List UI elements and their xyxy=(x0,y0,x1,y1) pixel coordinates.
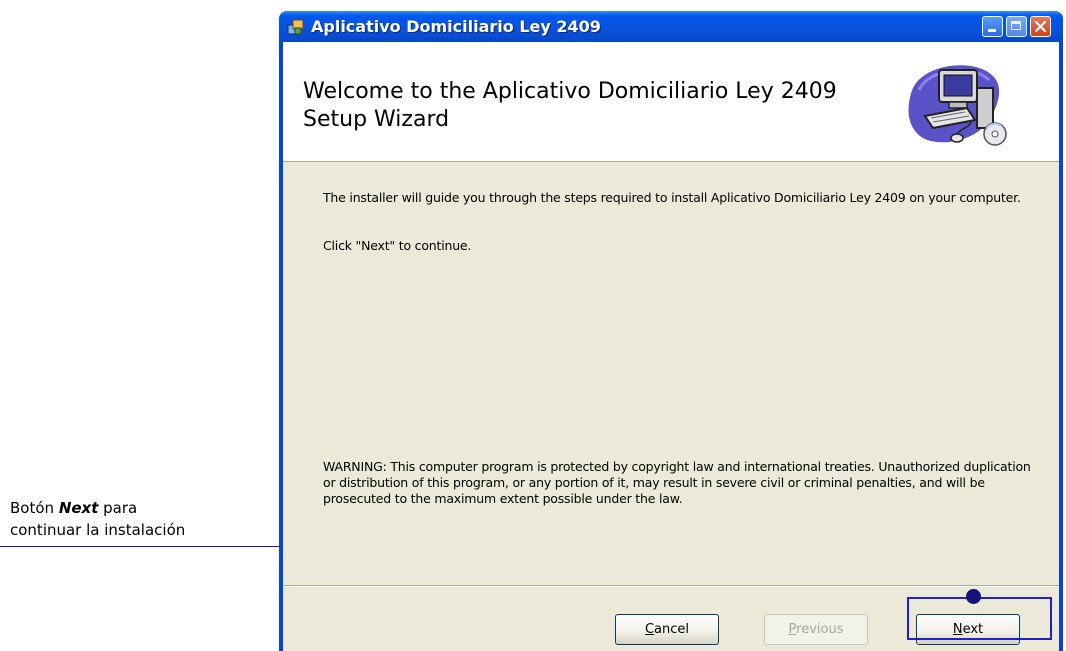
intro-text: The installer will guide you through the… xyxy=(323,190,1021,205)
next-button-highlight xyxy=(907,597,1052,640)
cancel-label: ancel xyxy=(654,622,690,637)
copyright-warning-text: WARNING: This computer program is protec… xyxy=(323,459,1031,506)
cancel-mnemonic: C xyxy=(644,622,655,637)
annotation-suffix: para xyxy=(98,499,138,517)
annotation-callout: Botón Next para continuar la instalación xyxy=(10,497,185,541)
footer-separator xyxy=(283,585,1059,587)
instruction-text: Click "Next" to continue. xyxy=(323,238,472,253)
previous-button[interactable]: Previous xyxy=(764,614,868,645)
annotation-emphasis: Next xyxy=(58,499,99,517)
wizard-heading: Welcome to the Aplicativo Domiciliario L… xyxy=(303,79,837,132)
minimize-icon xyxy=(988,29,996,32)
annotation-prefix: Botón xyxy=(10,499,59,517)
wizard-client-area: Welcome to the Aplicativo Domiciliario L… xyxy=(283,42,1059,651)
annotation-line-2: continuar la instalación xyxy=(10,521,186,539)
computer-setup-icon xyxy=(908,65,1007,146)
setup-wizard-window: Aplicativo Domiciliario Ley 2409 Welcome… xyxy=(279,11,1063,651)
maximize-button[interactable] xyxy=(1006,16,1027,37)
wizard-banner: Welcome to the Aplicativo Domiciliario L… xyxy=(283,42,1059,162)
cancel-button[interactable]: Cancel xyxy=(615,614,719,645)
close-icon xyxy=(1034,20,1047,33)
previous-mnemonic: P xyxy=(788,622,797,637)
title-bar[interactable]: Aplicativo Domiciliario Ley 2409 xyxy=(279,11,1063,42)
close-button[interactable] xyxy=(1030,16,1051,37)
annotation-pointer-dot xyxy=(966,589,981,604)
previous-label: revious xyxy=(796,622,844,637)
maximize-icon xyxy=(1011,21,1021,30)
annotation-line-1: Botón Next para xyxy=(10,497,185,519)
window-title: Aplicativo Domiciliario Ley 2409 xyxy=(311,17,601,36)
installer-app-icon xyxy=(287,19,304,35)
minimize-button[interactable] xyxy=(982,16,1003,37)
